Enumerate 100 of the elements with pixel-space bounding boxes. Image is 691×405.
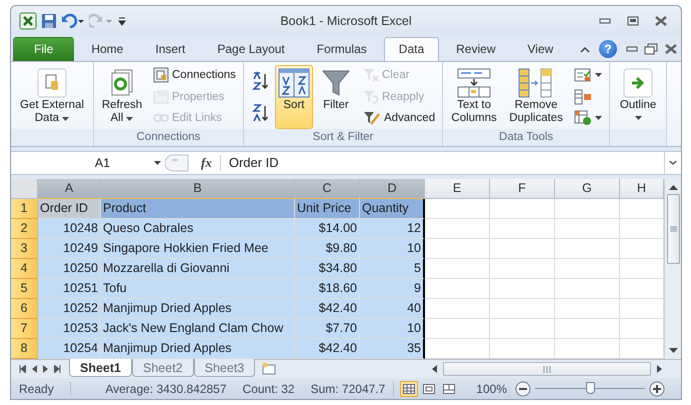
scroll-up-icon[interactable] [668, 184, 678, 190]
table-cell: 40 [360, 298, 425, 319]
caret-icon [154, 160, 161, 165]
ribbon-tab[interactable]: Home [76, 36, 138, 61]
sheet-tab[interactable]: Sheet1 [69, 359, 132, 378]
row-header[interactable]: 2 [11, 218, 38, 239]
scroll-left-icon[interactable] [431, 365, 439, 374]
properties-icon [153, 88, 169, 105]
ribbon-tab[interactable]: Page Layout [202, 36, 300, 61]
table-cell: $7.70 [295, 318, 360, 339]
table-cell: Jack's New England Clam Chow [101, 318, 295, 339]
status-mode: Ready [11, 382, 71, 396]
table-cell: 5 [360, 258, 425, 279]
ribbon-tab[interactable]: Insert [140, 36, 200, 61]
vertical-scrollbar[interactable] [664, 178, 681, 359]
next-sheet-icon[interactable] [43, 365, 48, 374]
sheet-tab[interactable]: Sheet3 [194, 359, 256, 378]
last-sheet-icon[interactable] [54, 365, 61, 374]
ribbon-tab[interactable]: Formulas [302, 36, 382, 61]
table-cell: $18.60 [295, 278, 360, 299]
connections-icon [153, 67, 169, 84]
zoom-in-icon[interactable] [649, 380, 665, 397]
ribbon-tab[interactable]: Review [441, 36, 510, 61]
scroll-right-icon[interactable] [655, 365, 663, 374]
group-label: Sort & Filter [244, 128, 442, 146]
previous-sheet-icon[interactable] [32, 365, 37, 374]
file-tab[interactable]: File [13, 36, 74, 61]
row-header[interactable]: 3 [11, 238, 38, 259]
row-header[interactable]: 1 [11, 198, 38, 219]
table-cell: 10252 [38, 298, 101, 319]
ribbon-button[interactable]: Get External Data [14, 64, 90, 129]
table-cell: Order ID [38, 198, 101, 219]
ribbon-button[interactable]: Outline [613, 64, 664, 129]
text-to-columns-icon [457, 68, 492, 98]
zoom-out-icon[interactable] [515, 380, 531, 397]
scroll-down-icon[interactable] [668, 348, 678, 353]
status-stat: Count: 32 [242, 382, 296, 396]
status-stat: Sum: 72047.7 [310, 382, 386, 396]
zoom-level: 100% [475, 382, 508, 396]
excel-logo-icon[interactable] [17, 10, 39, 31]
formula-field[interactable]: Order ID [220, 152, 664, 174]
ribbon-button[interactable]: Connections [151, 65, 238, 86]
resize-handle-icon[interactable] [165, 154, 189, 172]
row-header[interactable]: 6 [11, 298, 38, 319]
ribbon-tab[interactable]: View [512, 36, 568, 61]
table-cell: $9.80 [295, 238, 360, 259]
column-header[interactable]: G [555, 178, 620, 199]
column-header[interactable]: F [490, 178, 555, 199]
table-cell: Manjimup Dried Apples [101, 298, 295, 319]
insert-function-button[interactable]: fx [193, 154, 221, 171]
table-cell: Singapore Hokkien Fried Mee [101, 238, 295, 259]
column-header[interactable]: A [38, 178, 101, 199]
outline-icon [623, 68, 654, 98]
undo-icon[interactable] [59, 10, 87, 31]
status-stat: Average: 3430.842857 [104, 382, 228, 396]
advanced-filter-icon [362, 110, 381, 126]
table-cell: Product [101, 198, 295, 219]
clear-filter-icon [362, 67, 379, 84]
column-header[interactable]: D [360, 178, 425, 199]
table-cell: 9 [360, 278, 425, 299]
group-label: Data Tools [443, 128, 610, 146]
ribbon-button[interactable]: Refresh All [97, 64, 147, 129]
table-cell: Unit Price [295, 198, 360, 219]
column-header[interactable]: C [295, 178, 360, 199]
name-box[interactable]: A1 [11, 156, 161, 170]
ribbon-button[interactable]: Filter [314, 64, 357, 129]
zoom-slider-thumb[interactable] [586, 382, 595, 394]
window-title: Book1 - Microsoft Excel [280, 14, 412, 28]
data-validation-icon [574, 67, 592, 84]
row-header[interactable]: 4 [11, 258, 38, 279]
ribbon-button[interactable]: Sort [274, 64, 313, 129]
sheet-tab[interactable]: Sheet2 [132, 359, 194, 378]
table-cell: 10248 [38, 218, 101, 239]
consolidate-icon [574, 88, 592, 105]
table-cell: 10251 [38, 278, 101, 299]
ribbon-button[interactable]: Remove Duplicates [504, 64, 568, 129]
table-cell: $34.80 [295, 258, 360, 279]
table-cell: 10254 [38, 338, 101, 359]
normal-view-icon[interactable] [400, 380, 418, 397]
first-sheet-icon[interactable] [19, 365, 26, 374]
table-cell: Mozzarella di Giovanni [101, 258, 295, 279]
ribbon-button[interactable]: Text to Columns [446, 64, 502, 129]
table-cell: Tofu [101, 278, 295, 299]
row-header[interactable]: 8 [11, 338, 38, 359]
group-label: Connections [94, 128, 243, 146]
ribbon-button[interactable]: Advanced [360, 108, 438, 128]
reapply-filter-icon [362, 88, 379, 105]
table-cell: 12 [360, 218, 425, 239]
select-all-corner[interactable] [11, 178, 38, 199]
row-header[interactable]: 7 [11, 318, 38, 339]
column-header[interactable]: B [101, 178, 295, 199]
row-header[interactable]: 5 [11, 278, 38, 299]
funnel-icon [320, 68, 351, 98]
sort-ascending-icon [250, 70, 269, 91]
table-cell: 10253 [38, 318, 101, 339]
ribbon-tab[interactable]: Data [384, 36, 440, 61]
column-header[interactable]: E [425, 178, 490, 199]
column-header[interactable]: H [620, 178, 664, 199]
table-cell: 10249 [38, 238, 101, 259]
table-cell: Manjimup Dried Apples [101, 338, 295, 359]
